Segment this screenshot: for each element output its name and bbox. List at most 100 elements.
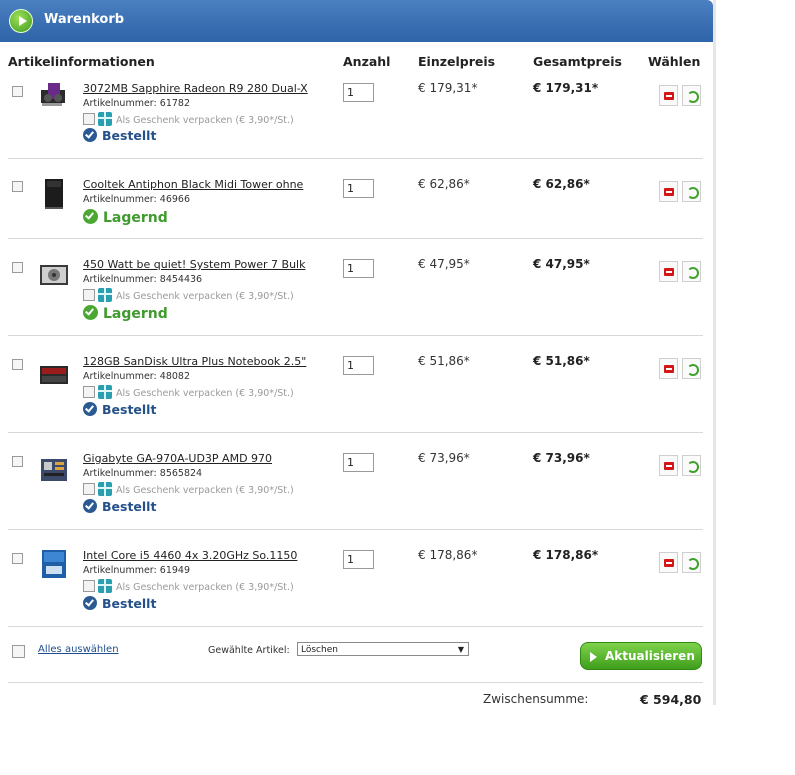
- ssd-image: [40, 366, 68, 384]
- mainboard-image: [41, 459, 67, 481]
- divider: [8, 682, 703, 683]
- gift-checkbox[interactable]: [83, 580, 95, 592]
- refresh-item-icon[interactable]: [682, 85, 701, 106]
- pc-case-image: [45, 179, 63, 209]
- cart-item-row: 3072MB Sapphire Radeon R9 280 Dual-X Art…: [8, 72, 703, 159]
- check-icon: [83, 402, 97, 416]
- item-article-number: Artikelnummer: 8454436: [83, 274, 203, 285]
- delete-item-icon[interactable]: [659, 85, 678, 106]
- refresh-item-icon[interactable]: [682, 552, 701, 573]
- status-badge: Lagernd: [83, 305, 168, 322]
- power-supply-image: [40, 265, 68, 285]
- refresh-item-icon[interactable]: [682, 261, 701, 282]
- check-icon: [83, 305, 98, 320]
- item-article-number: Artikelnummer: 46966: [83, 194, 191, 205]
- gift-wrap-option[interactable]: Als Geschenk verpacken (€ 3,90*/St.): [83, 482, 294, 496]
- gift-wrap-option[interactable]: Als Geschenk verpacken (€ 3,90*/St.): [83, 112, 294, 126]
- item-name-link[interactable]: Gigabyte GA-970A-UD3P AMD 970: [83, 452, 272, 465]
- delete-item-icon[interactable]: [659, 181, 678, 202]
- status-badge: Bestellt: [83, 499, 156, 514]
- check-icon: [83, 209, 98, 224]
- unit-price: € 178,86*: [418, 548, 478, 562]
- gift-icon: [98, 288, 112, 302]
- refresh-item-icon[interactable]: [682, 455, 701, 476]
- select-all-checkbox[interactable]: [12, 645, 25, 658]
- refresh-item-icon[interactable]: [682, 358, 701, 379]
- quantity-input[interactable]: 1: [343, 356, 374, 375]
- item-select-checkbox[interactable]: [12, 359, 23, 370]
- total-price: € 47,95*: [533, 257, 590, 271]
- quantity-input[interactable]: 1: [343, 179, 374, 198]
- quantity-input[interactable]: 1: [343, 550, 374, 569]
- delete-item-icon[interactable]: [659, 261, 678, 282]
- column-header-unit-price: Einzelpreis: [418, 54, 496, 69]
- item-article-number: Artikelnummer: 61949: [83, 565, 191, 576]
- item-name-link[interactable]: 128GB SanDisk Ultra Plus Notebook 2.5": [83, 355, 306, 368]
- cart-panel: Warenkorb Artikelinformationen Anzahl Ei…: [0, 0, 714, 707]
- total-price: € 178,86*: [533, 548, 599, 562]
- item-select-checkbox[interactable]: [12, 181, 23, 192]
- item-name-link[interactable]: Intel Core i5 4460 4x 3.20GHz So.1150: [83, 549, 297, 562]
- gift-wrap-option[interactable]: Als Geschenk verpacken (€ 3,90*/St.): [83, 385, 294, 399]
- cart-title: Warenkorb: [44, 12, 125, 27]
- delete-item-icon[interactable]: [659, 552, 678, 573]
- gift-icon: [98, 579, 112, 593]
- gift-icon: [98, 112, 112, 126]
- column-header-choose: Wählen: [648, 54, 701, 69]
- item-name-link[interactable]: 450 Watt be quiet! System Power 7 Bulk: [83, 258, 305, 271]
- item-article-number: Artikelnummer: 61782: [83, 98, 191, 109]
- gift-icon: [98, 385, 112, 399]
- select-all-link[interactable]: Alles auswählen: [38, 644, 119, 655]
- gift-wrap-option[interactable]: Als Geschenk verpacken (€ 3,90*/St.): [83, 288, 294, 302]
- gift-checkbox[interactable]: [83, 483, 95, 495]
- graphics-card-image: [41, 83, 65, 106]
- item-article-number: Artikelnummer: 8565824: [83, 468, 203, 479]
- item-article-number: Artikelnummer: 48082: [83, 371, 191, 382]
- item-select-checkbox[interactable]: [12, 262, 23, 273]
- quantity-input[interactable]: 1: [343, 259, 374, 278]
- unit-price: € 62,86*: [418, 177, 470, 191]
- update-button-label: Aktualisieren: [605, 649, 695, 663]
- status-badge: Lagernd: [83, 209, 168, 226]
- update-button[interactable]: Aktualisieren: [580, 642, 702, 670]
- scrollbar[interactable]: [713, 0, 716, 705]
- cart-item-row: Gigabyte GA-970A-UD3P AMD 970 Artikelnum…: [8, 433, 703, 530]
- refresh-item-icon[interactable]: [682, 181, 701, 202]
- subtotal-label: Zwischensumme:: [483, 692, 589, 706]
- gift-icon: [98, 482, 112, 496]
- gift-checkbox[interactable]: [83, 386, 95, 398]
- cart-item-row: 450 Watt be quiet! System Power 7 Bulk A…: [8, 239, 703, 336]
- selected-items-label: Gewählte Artikel:: [208, 645, 290, 656]
- cpu-box-image: [42, 550, 66, 578]
- total-price: € 62,86*: [533, 177, 590, 191]
- selected-items-action-select[interactable]: Löschen ▼: [297, 642, 469, 656]
- column-header-qty: Anzahl: [343, 54, 391, 69]
- delete-item-icon[interactable]: [659, 358, 678, 379]
- unit-price: € 73,96*: [418, 451, 470, 465]
- item-select-checkbox[interactable]: [12, 456, 23, 467]
- item-select-checkbox[interactable]: [12, 553, 23, 564]
- cart-item-row: 128GB SanDisk Ultra Plus Notebook 2.5" A…: [8, 336, 703, 433]
- column-header-total-price: Gesamtpreis: [533, 54, 622, 69]
- check-icon: [83, 596, 97, 610]
- gift-wrap-option[interactable]: Als Geschenk verpacken (€ 3,90*/St.): [83, 579, 294, 593]
- unit-price: € 47,95*: [418, 257, 470, 271]
- status-badge: Bestellt: [83, 128, 156, 143]
- status-badge: Bestellt: [83, 402, 156, 417]
- status-badge: Bestellt: [83, 596, 156, 611]
- gift-checkbox[interactable]: [83, 289, 95, 301]
- gift-checkbox[interactable]: [83, 113, 95, 125]
- item-name-link[interactable]: 3072MB Sapphire Radeon R9 280 Dual-X: [83, 82, 308, 95]
- check-icon: [83, 499, 97, 513]
- quantity-input[interactable]: 1: [343, 83, 374, 102]
- cart-titlebar: Warenkorb: [0, 0, 713, 42]
- play-icon: [9, 9, 33, 33]
- total-price: € 179,31*: [533, 81, 599, 95]
- item-select-checkbox[interactable]: [12, 86, 23, 97]
- play-icon: [590, 652, 597, 662]
- delete-item-icon[interactable]: [659, 455, 678, 476]
- item-name-link[interactable]: Cooltek Antiphon Black Midi Tower ohne: [83, 178, 303, 191]
- quantity-input[interactable]: 1: [343, 453, 374, 472]
- unit-price: € 179,31*: [418, 81, 478, 95]
- check-icon: [83, 128, 97, 142]
